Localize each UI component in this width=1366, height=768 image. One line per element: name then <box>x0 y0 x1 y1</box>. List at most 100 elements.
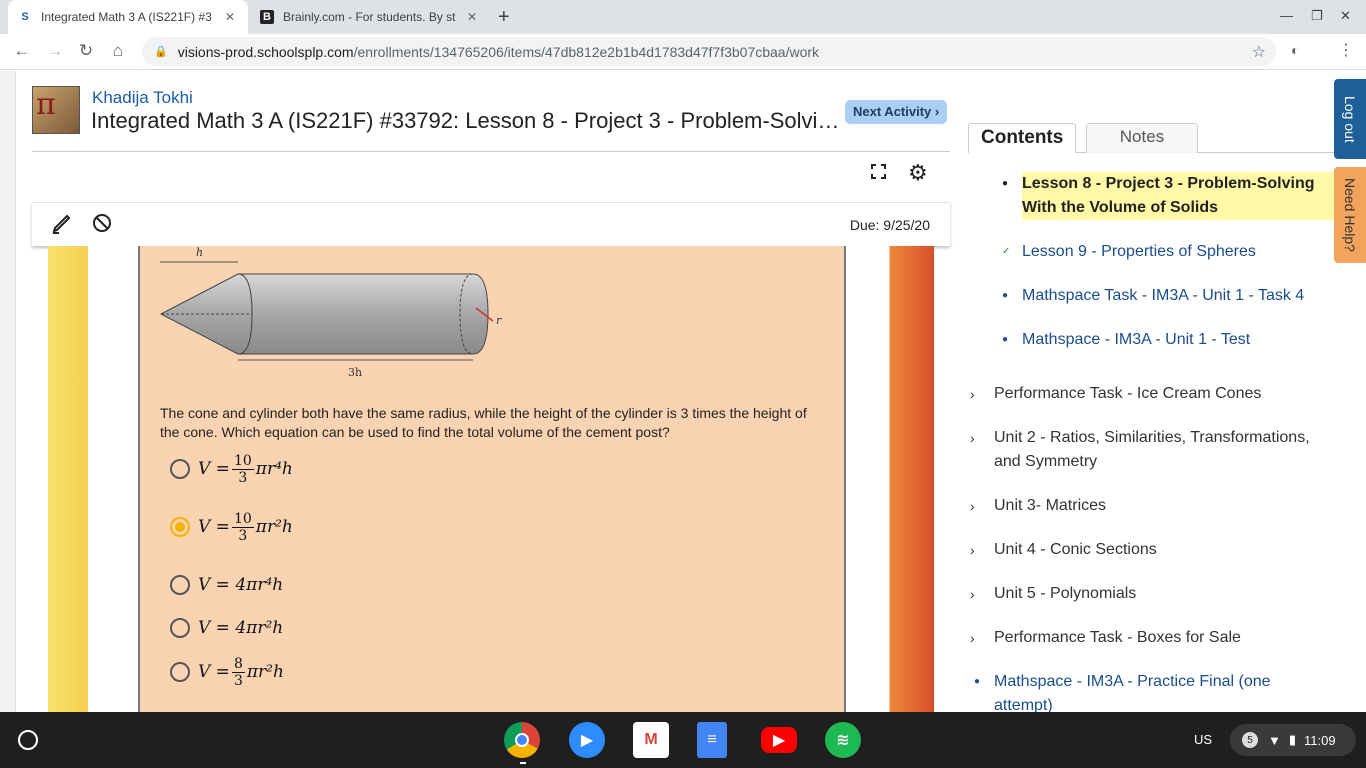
unit-item[interactable]: › Unit 3- Matrices <box>970 494 1334 518</box>
clear-annotations-icon[interactable] <box>91 212 113 240</box>
bookmark-star-icon[interactable]: ☆ <box>1252 42 1266 62</box>
next-activity-button[interactable]: Next Activity › <box>845 100 948 124</box>
close-tab-icon[interactable]: ✕ <box>464 10 480 24</box>
fraction-numerator: 10 <box>231 510 254 528</box>
final-label: Mathspace - IM3A - Practice Final (one a… <box>994 673 1271 712</box>
formula-suffix: πr²h <box>246 662 284 682</box>
settings-gear-icon[interactable]: ⚙ <box>908 160 928 186</box>
page: π Khadija Tokhi Integrated Math 3 A (IS2… <box>0 71 1366 712</box>
chrome-app-icon[interactable] <box>504 722 540 758</box>
chevron-right-icon: › <box>970 386 975 402</box>
option-formula: V = 83 πr²h <box>198 656 284 689</box>
question-text: The cone and cylinder both have the same… <box>160 405 807 440</box>
home-icon[interactable]: ⌂ <box>108 41 128 61</box>
close-window-icon[interactable]: ✕ <box>1340 8 1351 24</box>
zoom-app-icon[interactable]: ▶ <box>569 722 605 758</box>
radio-button[interactable] <box>170 459 190 479</box>
spotify-app-icon[interactable]: ≋ <box>825 722 861 758</box>
formula-prefix: V = <box>198 662 230 682</box>
unit-label: Unit 2 - Ratios, Similarities, Transform… <box>994 429 1310 470</box>
radio-button[interactable] <box>170 575 190 595</box>
answer-option-4[interactable]: V = 4πr²h <box>170 608 283 648</box>
youtube-app-icon[interactable]: ▶ <box>761 727 797 753</box>
notification-count: 5 <box>1242 732 1258 748</box>
reload-icon[interactable]: ↻ <box>76 41 96 61</box>
final-item[interactable]: ● Mathspace - IM3A - Practice Final (one… <box>974 670 1294 712</box>
status-tray[interactable]: 5 ▼ ▮ 11:09 <box>1230 724 1356 756</box>
maximize-icon[interactable]: ❐ <box>1311 8 1323 24</box>
highlighter-pen-icon[interactable] <box>51 212 73 240</box>
clock: 11:09 <box>1304 732 1336 748</box>
formula-prefix: V = <box>198 459 230 479</box>
chevron-right-icon: › <box>970 430 975 446</box>
lesson-label: Mathspace Task - IM3A - Unit 1 - Task 4 <box>1022 287 1305 304</box>
browser-tabstrip: S Integrated Math 3 A (IS221F) #3 ✕ B Br… <box>0 0 1366 34</box>
unit-item[interactable]: › Unit 4 - Conic Sections <box>970 538 1334 562</box>
lesson-title: Integrated Math 3 A (IS221F) #33792: Les… <box>91 108 846 133</box>
answer-option-2[interactable]: V = 10 3 πr²h <box>170 507 293 547</box>
running-indicator <box>520 762 526 764</box>
due-date: Due: 9/25/20 <box>849 217 930 233</box>
unit-item[interactable]: › Performance Task - Boxes for Sale <box>970 626 1334 650</box>
contents-sidebar: Contents Notes ● Lesson 8 - Project 3 - … <box>968 71 1334 712</box>
browser-menu-icon[interactable]: ⋮ <box>1338 40 1354 60</box>
fraction-denominator: 3 <box>233 672 243 689</box>
tab-contents[interactable]: Contents <box>968 123 1077 153</box>
option-formula: V = 10 3 πr²h <box>198 511 293 544</box>
browser-tab-math[interactable]: S Integrated Math 3 A (IS221F) #3 ✕ <box>8 0 248 34</box>
logout-button[interactable]: Log out <box>1334 79 1366 159</box>
gmail-app-icon[interactable]: M <box>633 722 669 758</box>
annotation-toolbar: Due: 9/25/20 <box>32 202 950 246</box>
os-shelf: ▶ M ≡ ▶ ≋ US 5 ▼ ▮ 11:09 <box>0 712 1366 768</box>
new-tab-icon[interactable]: + <box>498 6 510 29</box>
tab-title: Integrated Math 3 A (IS221F) #3 <box>41 10 212 24</box>
lesson-label: Mathspace - IM3A - Unit 1 - Test <box>1022 331 1251 348</box>
address-bar[interactable]: 🔒 visions-prod.schoolsplp.com/enrollment… <box>142 37 1276 66</box>
h-label: h <box>196 246 203 259</box>
close-tab-icon[interactable]: ✕ <box>222 10 238 24</box>
answer-option-1[interactable]: V = 10 3 πr⁴h <box>170 449 293 489</box>
formula-prefix: V = <box>198 517 230 537</box>
bullet-icon: ● <box>1002 178 1009 189</box>
lock-icon: 🔒 <box>154 46 168 58</box>
fraction-numerator: 8 <box>231 655 245 673</box>
fullscreen-icon[interactable] <box>871 164 888 181</box>
lesson-item-current[interactable]: ● Lesson 8 - Project 3 - Problem-Solving… <box>1002 172 1334 220</box>
fraction: 10 3 <box>231 510 254 544</box>
unit-item[interactable]: › Performance Task - Ice Cream Cones <box>970 382 1334 406</box>
minimize-icon[interactable]: — <box>1280 8 1293 23</box>
radio-button[interactable] <box>170 618 190 638</box>
launcher-icon[interactable] <box>18 730 38 750</box>
option-formula: V = 4πr²h <box>198 618 284 638</box>
sidebar-tabs: Contents Notes <box>968 121 1334 153</box>
back-icon[interactable]: ← <box>12 41 32 61</box>
lesson-item[interactable]: ● Mathspace - IM3A - Unit 1 - Test <box>1002 328 1322 352</box>
lesson-item[interactable]: ● Mathspace Task - IM3A - Unit 1 - Task … <box>1002 284 1332 308</box>
unit-item[interactable]: › Unit 5 - Polynomials <box>970 582 1334 606</box>
radio-button-selected[interactable] <box>170 517 190 537</box>
keyboard-layout[interactable]: US <box>1194 732 1212 747</box>
lesson-item[interactable]: ✓ Lesson 9 - Properties of Spheres <box>1002 240 1322 264</box>
forward-icon[interactable]: → <box>45 41 65 61</box>
extension-icon[interactable]: ◐ <box>1291 42 1299 58</box>
bullet-icon: ● <box>974 676 981 687</box>
browser-tab-brainly[interactable]: B Brainly.com - For students. By st ✕ <box>250 0 490 34</box>
bullet-icon: ● <box>1002 290 1009 301</box>
unit-item[interactable]: › Unit 2 - Ratios, Similarities, Transfo… <box>970 426 1334 474</box>
chevron-right-icon: › <box>970 630 975 646</box>
answer-option-5[interactable]: V = 83 πr²h <box>170 652 284 692</box>
3h-label: 3h <box>348 366 362 379</box>
url-path: /enrollments/134765206/items/47db812e2b1… <box>353 43 820 60</box>
header-divider <box>32 151 950 152</box>
chevron-right-icon: › <box>970 542 975 558</box>
formula-suffix: πr²h <box>255 517 293 537</box>
answer-option-3[interactable]: V = 4πr⁴h <box>170 565 283 605</box>
radio-button[interactable] <box>170 662 190 682</box>
cylinder-shape <box>237 273 489 355</box>
tab-notes[interactable]: Notes <box>1086 123 1198 153</box>
docs-app-icon[interactable]: ≡ <box>697 722 727 758</box>
student-name[interactable]: Khadija Tokhi <box>92 88 193 108</box>
option-formula: V = 4πr⁴h <box>198 575 284 595</box>
browser-toolbar: ← → ↻ ⌂ 🔒 visions-prod.schoolsplp.com/en… <box>0 34 1366 70</box>
need-help-button[interactable]: Need Help? <box>1334 167 1366 263</box>
